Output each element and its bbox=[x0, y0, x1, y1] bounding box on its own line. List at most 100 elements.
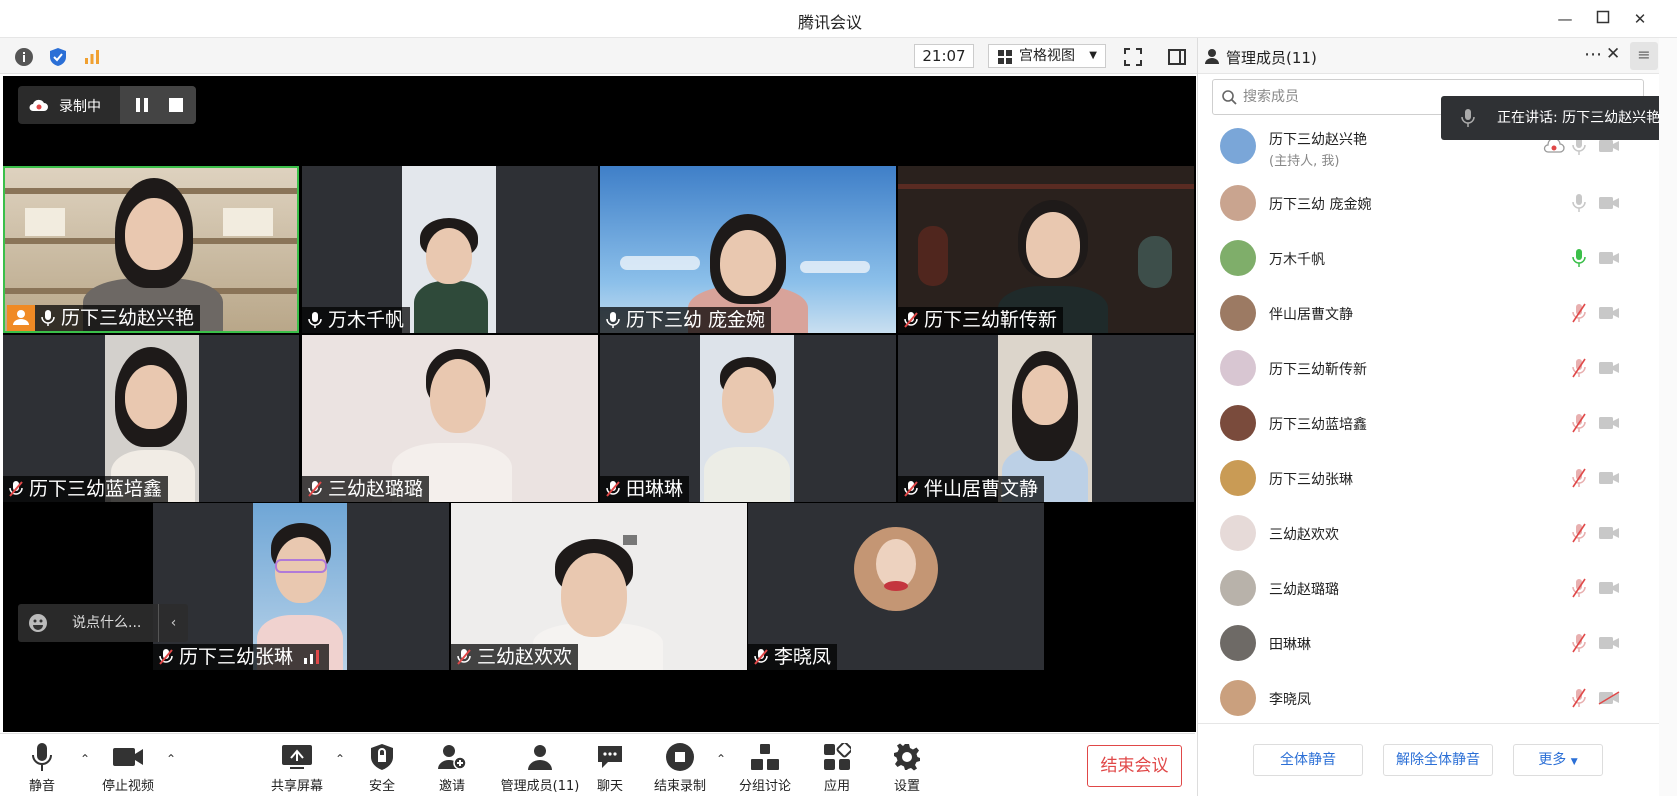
video-tile[interactable]: 田琳琳 bbox=[600, 335, 896, 502]
muted-mic-icon bbox=[904, 481, 918, 497]
member-row[interactable]: 历下三幼张琳 bbox=[1198, 452, 1660, 504]
camera-icon[interactable] bbox=[1598, 306, 1620, 320]
muted-mic-icon bbox=[159, 649, 173, 665]
camera-icon[interactable] bbox=[1598, 636, 1620, 650]
video-tile[interactable]: 历下三幼张琳 bbox=[153, 503, 449, 670]
minimize-icon[interactable]: — bbox=[1555, 9, 1575, 29]
more-label: 更多 bbox=[1538, 752, 1567, 768]
chat-quick-input[interactable]: 说点什么... ‹ bbox=[18, 604, 188, 642]
window-title: 腾讯会议 bbox=[797, 13, 862, 32]
muted-mic-icon[interactable] bbox=[1572, 633, 1586, 653]
recording-cloud-icon bbox=[1543, 138, 1565, 153]
member-row[interactable]: 万木千帆 bbox=[1198, 232, 1660, 284]
more-options-icon[interactable]: ⋯ bbox=[1584, 44, 1602, 65]
emoji-icon[interactable] bbox=[28, 613, 48, 633]
video-tile[interactable]: 历下三幼蓝培鑫 bbox=[3, 335, 299, 502]
participant-name: 历下三幼赵兴艳 bbox=[61, 307, 195, 329]
member-row[interactable]: 三幼赵璐璐 bbox=[1198, 562, 1660, 614]
participant-name: 历下三幼靳传新 bbox=[924, 309, 1058, 331]
signal-icon[interactable] bbox=[80, 45, 104, 69]
member-name: 历下三幼靳传新 bbox=[1269, 362, 1367, 378]
video-tile[interactable]: 历下三幼赵兴艳 bbox=[3, 166, 299, 333]
avatar bbox=[1220, 240, 1256, 276]
video-tile[interactable]: 三幼赵璐璐 bbox=[302, 335, 598, 502]
menu-icon[interactable]: ≡ bbox=[1630, 42, 1658, 70]
info-icon[interactable] bbox=[12, 45, 36, 69]
share-screen-button[interactable]: 共享屏幕 bbox=[257, 742, 337, 794]
member-row[interactable]: 李晓凤 bbox=[1198, 672, 1660, 724]
video-tile[interactable]: 历下三幼 庞金婉 bbox=[600, 166, 896, 333]
camera-icon[interactable] bbox=[1598, 526, 1620, 540]
chat-button[interactable]: 聊天 bbox=[570, 742, 650, 794]
more-button[interactable]: 更多 ▼ bbox=[1513, 744, 1603, 776]
camera-icon[interactable] bbox=[1598, 361, 1620, 375]
mic-icon[interactable] bbox=[1572, 248, 1586, 268]
members-icon bbox=[524, 742, 556, 772]
member-row[interactable]: 历下三幼 庞金婉 bbox=[1198, 177, 1660, 229]
video-tile[interactable]: 万木千帆 bbox=[302, 166, 598, 333]
camera-icon[interactable] bbox=[1598, 471, 1620, 485]
fullscreen-icon[interactable] bbox=[1121, 45, 1145, 69]
member-role: (主持人, 我) bbox=[1269, 154, 1340, 169]
camera-icon[interactable] bbox=[1598, 416, 1620, 430]
invite-button[interactable]: 邀请 bbox=[412, 742, 492, 794]
maximize-icon[interactable] bbox=[1593, 9, 1613, 29]
apps-button[interactable]: 应用 bbox=[797, 742, 877, 794]
pause-recording-button[interactable] bbox=[128, 92, 156, 118]
breakout-button[interactable]: 分组讨论 bbox=[725, 742, 805, 794]
view-selector[interactable]: 宫格视图 ▼ bbox=[988, 44, 1106, 68]
close-icon[interactable]: ✕ bbox=[1630, 9, 1650, 29]
end-meeting-button[interactable]: 结束会议 bbox=[1087, 745, 1182, 787]
camera-icon[interactable] bbox=[1598, 251, 1620, 265]
muted-mic-icon[interactable] bbox=[1572, 523, 1586, 543]
mute-all-button[interactable]: 全体静音 bbox=[1253, 744, 1363, 776]
member-name: 伴山居曹文静 bbox=[1269, 307, 1353, 323]
video-tile[interactable]: 三幼赵欢欢 bbox=[451, 503, 747, 670]
stop-recording-button[interactable] bbox=[162, 92, 190, 118]
camera-icon[interactable] bbox=[1598, 581, 1620, 595]
muted-mic-icon[interactable] bbox=[1572, 303, 1586, 323]
muted-mic-icon[interactable] bbox=[1572, 578, 1586, 598]
breakout-icon bbox=[749, 742, 781, 772]
muted-mic-icon bbox=[457, 649, 471, 665]
chevron-left-icon[interactable]: ‹ bbox=[158, 604, 188, 642]
muted-mic-icon[interactable] bbox=[1572, 358, 1586, 378]
video-tile[interactable]: 李晓凤 bbox=[748, 503, 1044, 670]
muted-mic-icon[interactable] bbox=[1572, 688, 1586, 708]
mute-button[interactable]: 静音 bbox=[2, 742, 82, 794]
unmute-all-button[interactable]: 解除全体静音 bbox=[1383, 744, 1493, 776]
mic-icon bbox=[1461, 109, 1475, 127]
member-name: 田琳琳 bbox=[1269, 637, 1311, 653]
meeting-toolbar: 21:07 宫格视图 ▼ bbox=[0, 38, 1197, 74]
video-tile[interactable]: 伴山居曹文静 bbox=[898, 335, 1194, 502]
end-recording-button[interactable]: 结束录制 bbox=[640, 742, 720, 794]
muted-mic-icon[interactable] bbox=[1572, 468, 1586, 488]
chat-icon bbox=[594, 742, 626, 772]
member-row[interactable]: 历下三幼靳传新 bbox=[1198, 342, 1660, 394]
muted-mic-icon bbox=[9, 481, 23, 497]
member-row[interactable]: 伴山居曹文静 bbox=[1198, 287, 1660, 339]
cloud-icon bbox=[29, 99, 48, 111]
chevron-up-icon[interactable]: ⌃ bbox=[166, 752, 176, 766]
member-name: 万木千帆 bbox=[1269, 252, 1325, 268]
muted-mic-icon bbox=[904, 312, 918, 328]
video-tile[interactable]: 历下三幼靳传新 bbox=[898, 166, 1194, 333]
member-row[interactable]: 三幼赵欢欢 bbox=[1198, 507, 1660, 559]
mic-icon bbox=[308, 312, 322, 328]
muted-mic-icon[interactable] bbox=[1572, 413, 1586, 433]
member-row[interactable]: 田琳琳 bbox=[1198, 617, 1660, 669]
security-button[interactable]: 安全 bbox=[342, 742, 422, 794]
mic-icon[interactable] bbox=[1572, 193, 1586, 213]
member-name: 三幼赵璐璐 bbox=[1269, 582, 1339, 598]
camera-icon[interactable] bbox=[1598, 196, 1620, 210]
sidebar-toggle-icon[interactable] bbox=[1165, 45, 1189, 69]
shield-icon[interactable] bbox=[46, 45, 70, 69]
stop-video-button[interactable]: 停止视频 bbox=[88, 742, 168, 794]
muted-mic-icon bbox=[308, 481, 322, 497]
camera-icon[interactable] bbox=[1598, 139, 1620, 153]
recording-indicator: 录制中 bbox=[18, 86, 196, 124]
camera-icon[interactable] bbox=[1598, 691, 1620, 705]
member-row[interactable]: 历下三幼蓝培鑫 bbox=[1198, 397, 1660, 449]
close-panel-icon[interactable]: ✕ bbox=[1606, 44, 1620, 64]
settings-button[interactable]: 设置 bbox=[867, 742, 947, 794]
